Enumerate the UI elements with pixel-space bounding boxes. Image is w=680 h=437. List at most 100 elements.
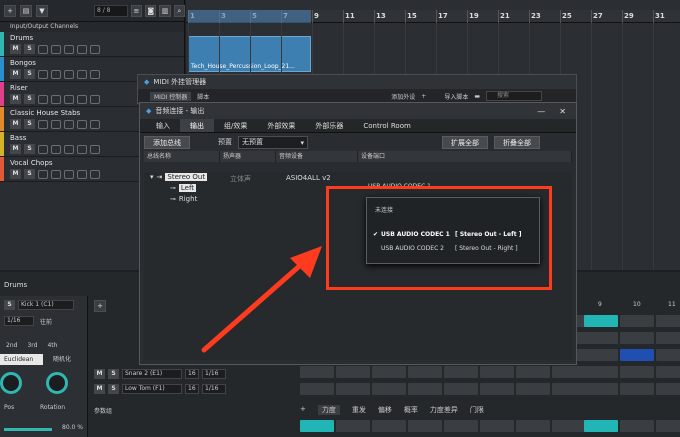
speaker-icon[interactable] [38,119,48,129]
lane-solo-button[interactable]: S [108,369,119,379]
lane-mute-button[interactable]: M [94,369,105,379]
step-pad[interactable] [656,315,680,327]
minimize-icon[interactable]: — [537,107,545,116]
edit-icon[interactable] [90,69,100,79]
step-pad[interactable] [656,332,680,344]
step-pad[interactable] [584,332,618,344]
instrument-select[interactable]: Kick 1 (C1) [18,300,74,310]
step-pad[interactable] [336,420,370,432]
zoom-slider[interactable] [4,428,52,431]
bus-audio-device[interactable]: ASIO4ALL v2 [286,174,331,182]
monitor-icon[interactable] [64,44,74,54]
tab-offset[interactable]: 偏移 [378,405,392,415]
tab-gate[interactable]: 门限 [470,405,484,415]
step-pad[interactable] [584,366,618,378]
monitor-icon[interactable] [64,169,74,179]
track-row[interactable]: Drums M S [0,32,184,57]
lane-rate[interactable]: 1/16 [202,369,226,379]
expand-all-button[interactable]: 扩展全部 [442,135,488,149]
loop-region[interactable] [188,10,311,23]
tab-probability[interactable]: 概率 [404,405,418,415]
step-pad[interactable] [656,366,680,378]
channel-row-right[interactable]: ⊸ Right [170,195,197,203]
tab-repeat[interactable]: 重发 [352,405,366,415]
step-pad[interactable] [552,420,586,432]
lane-name[interactable]: Low Tom (F1) [122,384,182,394]
solo-button[interactable]: S [24,94,35,104]
audio-tab[interactable]: 输入 [146,119,180,132]
camera-icon[interactable]: ◙ [145,5,157,17]
solo-button[interactable]: S [24,44,35,54]
step-pad[interactable] [584,315,618,327]
step-pad[interactable] [516,383,550,395]
step-pad[interactable] [620,420,654,432]
bus-name[interactable]: Stereo Out [165,173,208,181]
solo-button[interactable]: S [24,69,35,79]
record-icon[interactable] [51,169,61,179]
lane-solo-button[interactable]: S [108,384,119,394]
channel-name[interactable]: Left [178,184,197,192]
step-pad[interactable] [372,383,406,395]
add-device-button[interactable]: 添加外设 [391,92,415,101]
record-icon[interactable] [51,44,61,54]
edit-icon[interactable] [90,119,100,129]
import-script-button[interactable]: 导入脚本 [444,92,468,101]
mute-button[interactable]: M [10,44,21,54]
step-pad[interactable] [584,420,618,432]
monitor-icon[interactable] [64,119,74,129]
add-track-icon[interactable]: + [4,4,16,17]
bus-row[interactable]: ▾ ⇥ Stereo Out [150,173,208,181]
midi-search-input[interactable]: 搜索 [486,91,542,101]
tab-velocity[interactable]: 力度 [317,405,340,415]
step-pad[interactable] [656,420,680,432]
record-icon[interactable] [51,119,61,129]
speaker-icon[interactable] [38,69,48,79]
euclidean-tab[interactable]: Euclidean [0,354,43,365]
step-pad[interactable] [408,366,442,378]
edit-icon[interactable] [90,94,100,104]
step-pad[interactable] [300,383,334,395]
step-3rd[interactable]: 3rd [27,342,37,349]
search-icon[interactable]: ⌕ [173,5,186,17]
add-bus-button[interactable]: 添加总线 [144,135,190,149]
channel-row-left[interactable]: ⊸ Left [170,184,197,192]
solo-button[interactable]: S [24,144,35,154]
lock-icon[interactable] [77,169,87,179]
speaker-icon[interactable] [38,144,48,154]
audio-tab[interactable]: 外部效果 [257,119,305,132]
step-pad[interactable] [408,383,442,395]
collapse-all-button[interactable]: 折叠全部 [494,135,540,149]
audio-tab[interactable]: 外部乐器 [305,119,353,132]
expand-triangle-icon[interactable]: ▾ [150,173,154,181]
folder-icon[interactable]: ▤ [20,4,32,17]
track-name[interactable]: Drums [10,34,184,42]
lane-steps[interactable]: 16 [185,384,199,394]
advance-label[interactable]: 往前 [40,317,52,326]
lane-steps[interactable]: 16 [185,369,199,379]
step-pad[interactable] [620,332,654,344]
lane-rate[interactable]: 1/16 [202,384,226,394]
step-pad[interactable] [408,420,442,432]
randomize-tab[interactable]: 随机化 [43,354,71,365]
monitor-icon[interactable] [64,94,74,104]
mute-button[interactable]: M [10,119,21,129]
lane-name[interactable]: Snare 2 (E1) [122,369,182,379]
lock-icon[interactable] [77,69,87,79]
audio-tab[interactable]: 组/效果 [214,119,257,132]
tab-script[interactable]: 脚本 [197,92,209,101]
step-pad[interactable] [444,366,478,378]
solo-button[interactable]: S [24,169,35,179]
step-pad[interactable] [516,366,550,378]
step-pad[interactable] [444,383,478,395]
mute-button[interactable]: M [10,94,21,104]
edit-icon[interactable] [90,144,100,154]
speaker-icon[interactable] [38,44,48,54]
mute-button[interactable]: M [10,169,21,179]
add-tab-icon[interactable]: + [300,405,306,415]
record-icon[interactable] [51,94,61,104]
lock-icon[interactable] [77,44,87,54]
step-pad[interactable] [620,366,654,378]
step-pad[interactable] [480,366,514,378]
step-pad[interactable] [516,420,550,432]
step-pad[interactable] [444,420,478,432]
